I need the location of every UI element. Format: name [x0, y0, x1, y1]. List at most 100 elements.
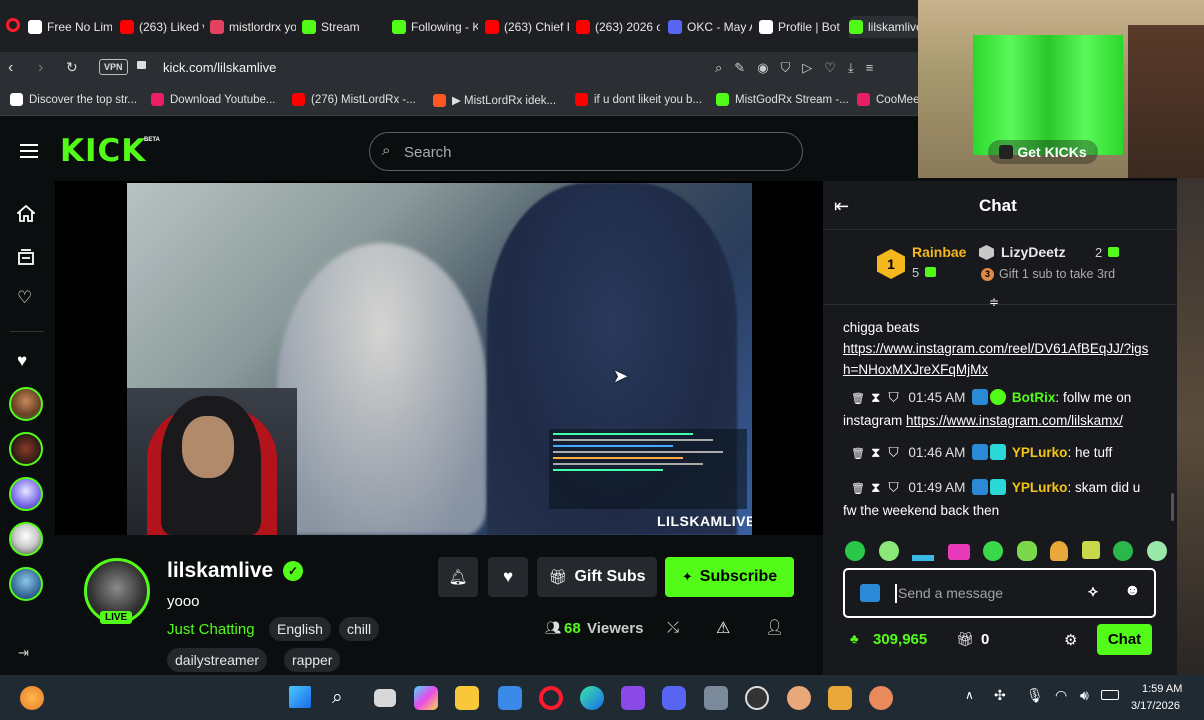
game-icon[interactable] [787, 686, 811, 710]
browse-icon[interactable] [17, 249, 35, 270]
clipchamp-icon[interactable] [621, 686, 645, 710]
collapse-chat-icon[interactable]: ⇤ [834, 196, 849, 217]
browser-tab[interactable]: Stream [302, 16, 386, 38]
task-view-icon[interactable] [374, 689, 396, 707]
gift-subs-button[interactable]: 🎁︎ Gift Subs [537, 557, 657, 597]
followed-channel-avatar[interactable] [9, 432, 43, 466]
emote-icon[interactable] [983, 541, 1004, 561]
bookmark-item[interactable]: Discover the top str... [10, 93, 137, 106]
weather-icon[interactable] [20, 686, 44, 710]
bookmark-item[interactable]: if u dont likeit you b... [575, 93, 702, 106]
message-user[interactable]: YPLurko [1012, 480, 1068, 495]
hamburger-icon[interactable] [20, 144, 38, 158]
message-user[interactable]: BotRix [1012, 390, 1056, 405]
pinned-collapse-icon[interactable]: ≑ [989, 295, 999, 309]
chat-input[interactable]: Send a message ⟡ ☻ [843, 568, 1156, 618]
battery-icon[interactable] [1101, 690, 1119, 700]
emote-icon[interactable] [947, 544, 970, 560]
mod-shield-icon[interactable]: ⛉ [888, 445, 898, 460]
emote-icon[interactable] [1113, 541, 1134, 561]
browser-tab[interactable]: OKC - May A [668, 16, 752, 38]
menu-icon[interactable]: ≡ [866, 60, 874, 78]
profile-icon[interactable]: 👤︎ [765, 618, 784, 636]
discord-icon[interactable] [662, 686, 686, 710]
edge-icon[interactable] [580, 686, 604, 710]
timeout-icon[interactable]: ⧗ [871, 480, 880, 495]
back-icon[interactable]: ‹ [8, 59, 13, 77]
search-icon[interactable]: ⌕ [715, 60, 722, 78]
mod-shield-icon[interactable]: ⛉ [888, 480, 898, 495]
file-explorer-icon[interactable] [455, 686, 479, 710]
camera-icon[interactable] [704, 686, 728, 710]
browser-tab[interactable]: Free No Lim [28, 16, 112, 38]
play-icon[interactable]: ▷ [802, 60, 812, 78]
browser-tab[interactable]: Profile | Bot [759, 16, 843, 38]
emote-icon[interactable] [1146, 541, 1167, 561]
kick-emote-icon[interactable]: ⟡ [1088, 583, 1098, 600]
video-frame[interactable]: LILSKAMLIVE [127, 183, 752, 535]
browser-tab[interactable]: lilskamlive Stream [849, 16, 919, 38]
tag-rapper[interactable]: rapper [284, 648, 341, 672]
camera-icon[interactable]: ◉ [757, 60, 768, 78]
bookmark-item[interactable]: ▶ MistLordRx idek... [433, 93, 556, 107]
emoji-icon[interactable]: ☻ [1124, 582, 1141, 600]
bookmark-item[interactable]: MistGodRx Stream -... [716, 93, 849, 106]
timeout-icon[interactable]: ⧗ [871, 390, 880, 405]
forward-icon[interactable]: › [38, 59, 43, 77]
reload-icon[interactable]: ↻ [66, 59, 78, 76]
emote-icon[interactable] [1081, 541, 1100, 559]
gift-box-icon[interactable]: 🎁︎ [956, 631, 974, 648]
video-player[interactable]: LILSKAMLIVE ➤ [55, 181, 823, 535]
emote-icon[interactable] [878, 541, 899, 561]
follow-button[interactable]: ♥ [488, 557, 528, 597]
streamer-name[interactable]: lilskamlive [167, 559, 273, 583]
browser-tab[interactable]: (263) 2026 c [576, 16, 660, 38]
chat-settings-icon[interactable]: ⚙ [1064, 631, 1077, 649]
browser-tab[interactable]: Following - K [392, 16, 478, 38]
edit-icon[interactable]: ✎ [734, 60, 745, 78]
search-icon[interactable]: ⌕ [332, 687, 343, 709]
tag-chill[interactable]: chill [339, 617, 380, 641]
tag-english[interactable]: English [269, 617, 331, 641]
followed-channel-avatar[interactable] [9, 387, 43, 421]
message-link[interactable]: https://www.instagram.com/reel/DV61AfBEq… [843, 341, 1148, 377]
microphone-icon[interactable]: 🎙︎ [1026, 687, 1044, 704]
bookmark-item[interactable]: Download Youtube... [151, 93, 276, 106]
start-icon[interactable] [289, 686, 311, 708]
copilot-icon[interactable] [414, 686, 438, 710]
url-field[interactable]: kick.com/lilskamlive [163, 60, 276, 75]
home-icon[interactable] [15, 204, 37, 222]
bookmark-item[interactable]: (276) MistLordRx -... [292, 93, 416, 106]
emote-icon[interactable] [845, 541, 865, 561]
notifications-button[interactable]: 🔔︎ [438, 557, 478, 597]
send-chat-button[interactable]: Chat [1097, 624, 1152, 655]
chevron-up-icon[interactable]: ∧ [965, 688, 974, 702]
following-icon[interactable]: ♡ [17, 288, 32, 308]
leader-2-name[interactable]: LizyDeetz [1001, 244, 1066, 260]
get-kicks-button[interactable]: Get KICKs [988, 140, 1098, 164]
game-icon[interactable] [869, 686, 893, 710]
leader-1-name[interactable]: Rainbae [912, 244, 966, 260]
followed-channel-avatar[interactable] [9, 567, 43, 601]
category-link[interactable]: Just Chatting [167, 621, 255, 638]
clock-date[interactable]: 3/17/2026 [1131, 700, 1180, 712]
browser-tab[interactable]: mistlordrx yo [210, 16, 296, 38]
emote-icon[interactable] [912, 555, 935, 561]
opera-icon[interactable] [539, 686, 563, 710]
emote-icon[interactable] [1050, 541, 1069, 561]
message-user[interactable]: YPLurko [1012, 445, 1068, 460]
delete-icon[interactable]: 🗑︎ [851, 483, 865, 495]
clock-time[interactable]: 1:59 AM [1142, 683, 1182, 695]
followed-channel-avatar[interactable] [9, 477, 43, 511]
download-icon[interactable]: ⤓ [848, 60, 854, 78]
channel-points[interactable]: 309,965 [873, 631, 927, 648]
chat-scrollbar[interactable] [1171, 493, 1174, 521]
browser-tab[interactable]: (263) Liked v [120, 16, 204, 38]
mod-shield-icon[interactable]: ⛉ [888, 390, 898, 405]
shield-icon[interactable]: ⛉ [781, 60, 791, 78]
expand-sidebar-icon[interactable]: ⇥ [18, 645, 29, 661]
followed-channel-avatar[interactable] [9, 522, 43, 556]
report-icon[interactable]: ⚠ [716, 618, 730, 638]
subscribe-button[interactable]: ✦ Subscribe [665, 557, 794, 597]
opera-icon[interactable] [6, 18, 20, 32]
